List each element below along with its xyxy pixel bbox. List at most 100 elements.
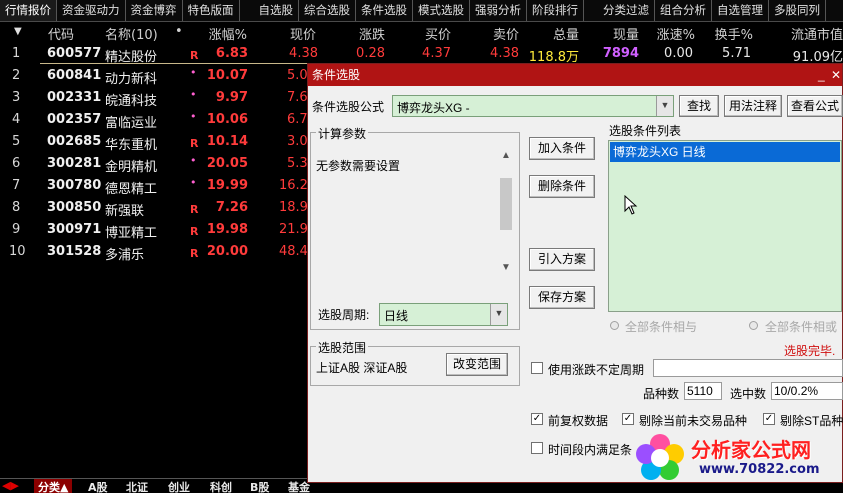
time-range-checkbox[interactable]	[531, 442, 543, 454]
tab-fund-game[interactable]: 资金博弈	[126, 0, 183, 21]
bottom-tab-a-share[interactable]: A股	[88, 479, 108, 493]
radio-or[interactable]	[749, 321, 758, 330]
chevron-down-icon[interactable]: ▼	[490, 304, 507, 325]
time-range-label: 时间段内满足条	[548, 443, 633, 457]
table-row[interactable]: 1 600577 精达股份 R 6.83 4.38 0.28 4.37 4.38…	[0, 43, 843, 65]
period-value: 日线	[384, 309, 409, 323]
tab-stage-rank[interactable]: 阶段排行	[527, 0, 584, 21]
usage-notes-button[interactable]: 用法注释	[724, 95, 782, 117]
minimize-icon[interactable]: _	[818, 64, 825, 86]
stock-code: 300850	[47, 200, 102, 215]
col-change[interactable]: 涨跌	[359, 24, 385, 43]
change-pct: 20.05	[206, 156, 248, 171]
col-market-cap[interactable]: 流通市值	[791, 24, 843, 43]
col-volume[interactable]: 总量	[553, 24, 579, 43]
col-current-vol[interactable]: 现量	[613, 24, 639, 43]
tab-fund-drive[interactable]: 资金驱动力	[57, 0, 126, 21]
dot-marker: •	[190, 66, 197, 79]
range-group-label: 选股范围	[316, 339, 369, 356]
change-pct: 6.83	[215, 46, 248, 61]
col-buy[interactable]: 买价	[425, 24, 451, 43]
col-sell[interactable]: 卖价	[493, 24, 519, 43]
list-item[interactable]: 博弈龙头XG 日线	[610, 142, 840, 162]
view-formula-button[interactable]: 查看公式	[787, 95, 843, 117]
stock-name: 动力新科	[105, 72, 158, 87]
bottom-tab-star[interactable]: 科创	[210, 479, 232, 493]
tab-combined-select[interactable]: 综合选股	[299, 0, 356, 21]
watermark: 分析家公式网 www.70822.com	[633, 432, 833, 482]
scroll-up-icon[interactable]: ▲	[501, 150, 511, 161]
formula-select[interactable]: 博弈龙头XG - ▼	[392, 95, 674, 117]
tab-pattern-select[interactable]: 模式选股	[413, 0, 470, 21]
row-index: 4	[12, 112, 21, 127]
change-pct: 9.97	[215, 90, 248, 105]
radio-and-label: 全部条件相与	[625, 320, 698, 334]
change-pct: 7.26	[215, 200, 248, 215]
params-group-label: 计算参数	[316, 125, 369, 142]
current-price: 6.7	[287, 112, 308, 127]
condition-list[interactable]: 博弈龙头XG 日线	[608, 140, 842, 312]
fq-data-checkbox[interactable]: ✓	[531, 413, 543, 425]
tab-watchlist[interactable]: 自选股	[254, 0, 299, 21]
count-box: 5110	[684, 382, 722, 400]
selected-box: 10/0.2%	[771, 382, 843, 400]
col-speed[interactable]: 涨速%	[657, 24, 695, 43]
col-pct[interactable]: 涨幅%	[209, 24, 247, 43]
dialog-title: 条件选股	[312, 68, 361, 82]
dot-marker: •	[190, 110, 197, 123]
bottom-tab-category[interactable]: 分类▲	[34, 479, 73, 493]
count-value: 5110	[687, 384, 713, 398]
condition-select-dialog: 条件选股 _ ✕ 条件选股公式 博弈龙头XG - ▼ 查找 用法注释 查看公式 …	[307, 63, 843, 483]
dialog-title-bar[interactable]: 条件选股 _ ✕	[308, 64, 842, 86]
r-badge: R	[190, 247, 199, 260]
use-var-period-checkbox[interactable]	[531, 362, 543, 374]
r-badge: R	[190, 49, 199, 62]
save-scheme-button[interactable]: 保存方案	[529, 286, 595, 309]
stock-name: 皖通科技	[105, 94, 158, 109]
col-code[interactable]: 代码	[48, 24, 74, 43]
tab-multi-stock[interactable]: 多股同列	[769, 0, 826, 21]
selected-label: 选中数	[730, 387, 767, 401]
scroll-down-icon[interactable]: ▼	[501, 262, 511, 273]
stock-name: 华东重机	[105, 138, 158, 153]
change-pct: 19.99	[206, 178, 248, 193]
bottom-tab-chinext[interactable]: 创业	[168, 479, 190, 493]
radio-and[interactable]	[610, 321, 619, 330]
col-price[interactable]: 现价	[290, 24, 316, 43]
import-scheme-button[interactable]: 引入方案	[529, 248, 595, 271]
scroll-thumb[interactable]	[500, 178, 512, 230]
stock-code: 002685	[47, 134, 102, 149]
current-price: 7.6	[287, 90, 308, 105]
period-select[interactable]: 日线 ▼	[379, 303, 508, 326]
add-condition-button[interactable]: 加入条件	[529, 137, 595, 160]
prev-arrow-icon[interactable]: ◀▶	[2, 479, 19, 492]
tab-strength[interactable]: 强弱分析	[470, 0, 527, 21]
tab-quotes[interactable]: 行情报价	[0, 0, 57, 21]
exclude-untraded-checkbox[interactable]: ✓	[622, 413, 634, 425]
tab-combo-analysis[interactable]: 组合分析	[655, 0, 712, 21]
fq-data-label: 前复权数据	[548, 414, 609, 428]
row-index: 10	[9, 244, 26, 259]
sort-arrow-icon[interactable]: ▼	[14, 26, 22, 37]
row-index: 5	[12, 134, 21, 149]
tab-category-filter[interactable]: 分类过滤	[598, 0, 655, 21]
delete-condition-button[interactable]: 删除条件	[529, 175, 595, 198]
col-name[interactable]: 名称(10)	[105, 24, 158, 43]
col-turnover[interactable]: 换手%	[715, 24, 753, 43]
change-range-button[interactable]: 改变范围	[446, 353, 508, 376]
var-period-input[interactable]	[653, 359, 843, 377]
bottom-tab-bse[interactable]: 北证	[126, 479, 148, 493]
tab-condition-select[interactable]: 条件选股	[356, 0, 413, 21]
row-index: 7	[12, 178, 21, 193]
close-icon[interactable]: ✕	[831, 64, 841, 86]
find-button[interactable]: 查找	[679, 95, 719, 117]
params-scrollbar[interactable]: ▲ ▼	[498, 150, 514, 273]
watermark-title: 分析家公式网	[691, 438, 811, 462]
stock-name: 金明精机	[105, 160, 158, 175]
tab-watch-manage[interactable]: 自选管理	[712, 0, 769, 21]
tab-feature[interactable]: 特色版面	[183, 0, 240, 21]
stock-code: 002357	[47, 112, 102, 127]
exclude-st-checkbox[interactable]: ✓	[763, 413, 775, 425]
bottom-tab-b-share[interactable]: B股	[250, 479, 269, 493]
chevron-down-icon[interactable]: ▼	[656, 96, 673, 116]
